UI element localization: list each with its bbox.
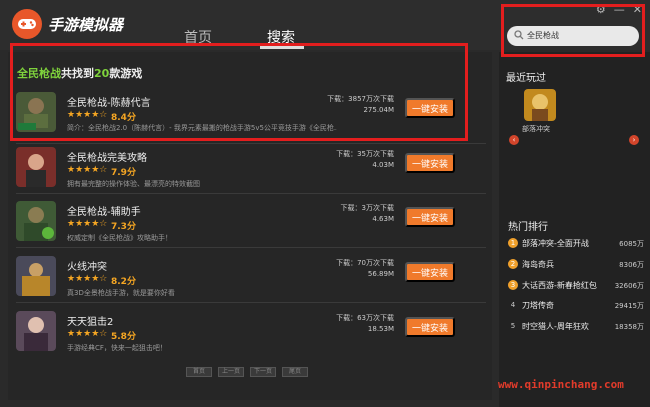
first-page-button[interactable]: 首页 bbox=[186, 367, 212, 377]
rank-name: 部落冲突-全面开战 bbox=[522, 239, 589, 248]
rating-score: 5.8分 bbox=[111, 332, 136, 342]
recent-game-icon[interactable] bbox=[524, 89, 556, 121]
recent-game-name: 部落冲突 bbox=[522, 125, 550, 133]
divider bbox=[16, 193, 486, 194]
rank-number: 5 bbox=[510, 322, 516, 330]
list-item[interactable]: 天天狙击2 ★★★★☆ 5.8分 手游经典CF，快来一起狙击吧！ 下载：63万次… bbox=[8, 309, 492, 364]
game-icon bbox=[16, 201, 56, 241]
rank-count: 6085万 bbox=[619, 240, 644, 248]
rating-stars: ★★★★☆ bbox=[67, 329, 108, 339]
install-button[interactable]: 一键安装 bbox=[405, 262, 455, 282]
rank-count: 18358万 bbox=[614, 323, 644, 331]
rank-count: 8306万 bbox=[619, 261, 644, 269]
file-size: 18.53M bbox=[367, 325, 394, 333]
game-name: 天天狙击2 bbox=[67, 317, 114, 328]
list-item[interactable]: 全民枪战完美攻略 ★★★★☆ 7.9分 拥有最完整的操作体验、最漂亮的特效截图 … bbox=[8, 145, 492, 200]
download-count: 下载：3万次下载 bbox=[340, 204, 394, 212]
game-description: 权威定制《全民枪战》攻略助手！ bbox=[67, 234, 172, 242]
download-count: 下载：63万次下载 bbox=[336, 314, 394, 322]
rating-score: 7.9分 bbox=[111, 168, 136, 178]
divider bbox=[16, 302, 486, 303]
rank-item[interactable]: 1 部落冲突-全面开战 6085万 bbox=[506, 236, 646, 252]
list-item[interactable]: 全民枪战-辅助手 ★★★★☆ 7.3分 权威定制《全民枪战》攻略助手！ 下载：3… bbox=[8, 199, 492, 254]
next-page-button[interactable]: 下一页 bbox=[250, 367, 276, 377]
rank-name: 海岛奇兵 bbox=[522, 260, 554, 269]
rank-item[interactable]: 4 刀塔传奇 29415万 bbox=[506, 298, 646, 314]
file-size: 4.03M bbox=[372, 161, 394, 169]
watermark-text: www.qinpinchang.com bbox=[498, 378, 624, 391]
highlight-frame-search bbox=[501, 4, 645, 57]
game-name: 全民枪战-辅助手 bbox=[67, 207, 141, 218]
rating-stars: ★★★★☆ bbox=[67, 219, 108, 229]
rating-score: 8.2分 bbox=[111, 277, 136, 287]
game-icon bbox=[16, 147, 56, 187]
divider bbox=[16, 247, 486, 248]
app-logo-icon bbox=[12, 9, 42, 39]
divider bbox=[16, 143, 486, 144]
rating-stars: ★★★★☆ bbox=[67, 274, 108, 284]
rank-count: 29415万 bbox=[614, 302, 644, 310]
download-count: 下载：35万次下载 bbox=[336, 150, 394, 158]
file-size: 56.89M bbox=[367, 270, 394, 278]
game-description: 真3D全景枪战手游，就是要你好看 bbox=[67, 289, 175, 297]
file-size: 4.63M bbox=[372, 215, 394, 223]
list-item[interactable]: 火线冲突 ★★★★☆ 8.2分 真3D全景枪战手游，就是要你好看 下载：70万次… bbox=[8, 254, 492, 309]
recent-played-title: 最近玩过 bbox=[506, 73, 546, 84]
game-icon bbox=[16, 311, 56, 351]
install-button[interactable]: 一键安装 bbox=[405, 317, 455, 337]
rank-item[interactable]: 2 海岛奇兵 8306万 bbox=[506, 257, 646, 273]
prev-page-button[interactable]: 上一页 bbox=[218, 367, 244, 377]
game-icon bbox=[16, 256, 56, 296]
last-page-button[interactable]: 尾页 bbox=[282, 367, 308, 377]
rank-count: 32606万 bbox=[614, 282, 644, 290]
install-button[interactable]: 一键安装 bbox=[405, 153, 455, 173]
download-count: 下载：70万次下载 bbox=[336, 259, 394, 267]
rank-name: 大话西游-新春抢红包 bbox=[522, 281, 597, 290]
rank-number: 4 bbox=[510, 301, 516, 309]
hot-rank-title: 热门排行 bbox=[508, 222, 548, 233]
app-title: 手游模拟器 bbox=[48, 16, 124, 34]
install-button[interactable]: 一键安装 bbox=[405, 207, 455, 227]
game-name: 全民枪战完美攻略 bbox=[67, 153, 147, 164]
chevron-right-icon[interactable]: › bbox=[629, 135, 639, 145]
game-description: 拥有最完整的操作体验、最漂亮的特效截图 bbox=[67, 180, 200, 188]
rank-name: 时空猎人-周年狂欢 bbox=[522, 322, 589, 331]
highlight-frame-results bbox=[10, 43, 468, 141]
rank-item[interactable]: 3 大话西游-新春抢红包 32606万 bbox=[506, 278, 646, 294]
pagination: 首页 上一页 下一页 尾页 bbox=[186, 367, 308, 377]
rating-score: 7.3分 bbox=[111, 222, 136, 232]
rank-number: 3 bbox=[508, 280, 518, 290]
game-name: 火线冲突 bbox=[67, 262, 107, 273]
rank-number: 1 bbox=[508, 238, 518, 248]
rank-item[interactable]: 5 时空猎人-周年狂欢 18358万 bbox=[506, 319, 646, 335]
rank-name: 刀塔传奇 bbox=[522, 301, 554, 310]
chevron-left-icon[interactable]: ‹ bbox=[509, 135, 519, 145]
rating-stars: ★★★★☆ bbox=[67, 165, 108, 175]
rank-number: 2 bbox=[508, 259, 518, 269]
game-description: 手游经典CF，快来一起狙击吧！ bbox=[67, 344, 167, 352]
